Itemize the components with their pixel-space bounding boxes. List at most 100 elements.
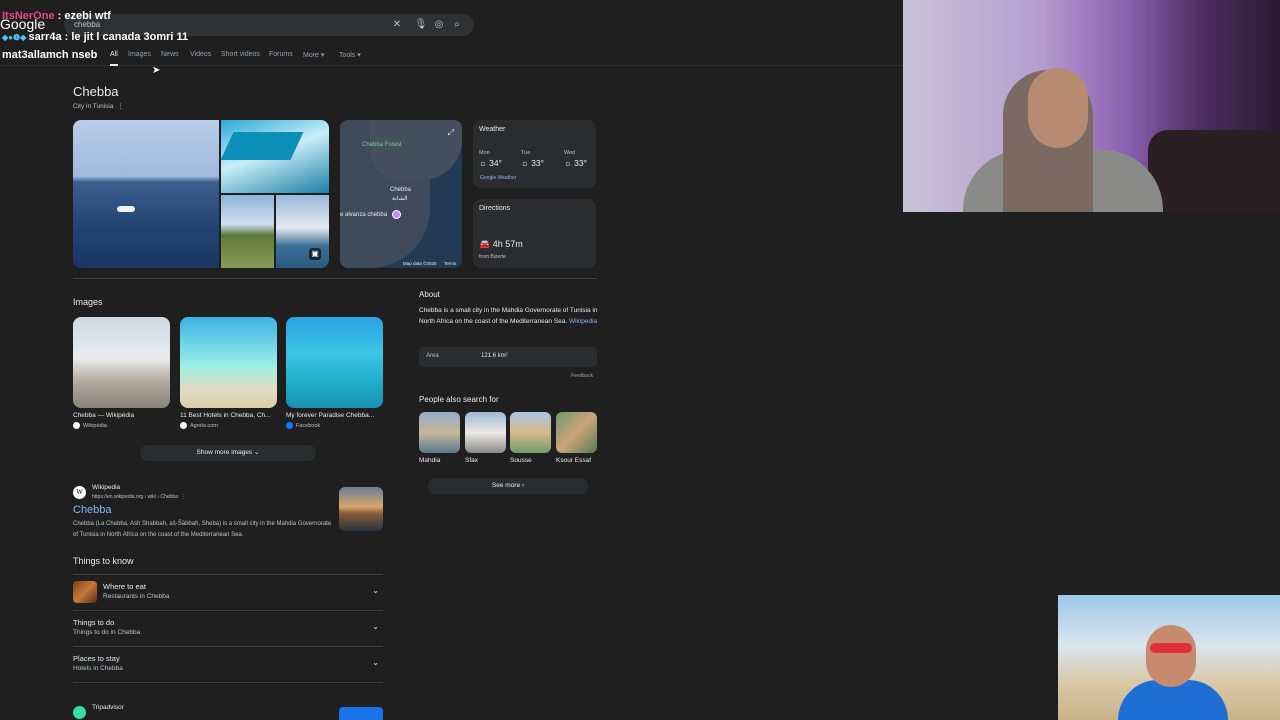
- area-value: 121.6 km²: [481, 353, 508, 359]
- image-thumbnail[interactable]: [286, 317, 383, 408]
- photo-beach-umbrellas[interactable]: [221, 120, 329, 193]
- result-title-link[interactable]: Chebba: [73, 504, 112, 516]
- location-pin-icon[interactable]: [392, 210, 401, 219]
- result-url[interactable]: https://en.wikipedia.org › wiki › Chebba…: [92, 494, 186, 500]
- weather-source[interactable]: Google Weather: [480, 175, 516, 181]
- related-thumbnail[interactable]: [419, 412, 460, 453]
- image-thumbnail[interactable]: [73, 317, 170, 408]
- tab-short-videos[interactable]: Short videos: [221, 51, 260, 58]
- car-icon: 🚘: [479, 239, 491, 249]
- image-caption[interactable]: 11 Best Hotels in Chebba, Ch...: [180, 412, 277, 419]
- search-icon[interactable]: ⌕: [450, 18, 464, 32]
- image-result[interactable]: My forever Paradise Chebba... Facebook: [286, 317, 383, 429]
- map-attribution: Map data ©2025: [403, 261, 437, 266]
- tab-forums[interactable]: Forums: [269, 51, 293, 58]
- feedback-link[interactable]: Feedback: [571, 373, 593, 379]
- result-site-name[interactable]: Tripadvisor: [92, 704, 124, 711]
- wikipedia-link[interactable]: Wikipedia: [569, 318, 597, 325]
- result-thumbnail[interactable]: [339, 707, 383, 720]
- image-thumbnail[interactable]: [180, 317, 277, 408]
- chat-message: ◆●❶◆ sarr4a : le jit l canada 3omri 11: [2, 31, 188, 43]
- photo-waves[interactable]: ▣: [276, 195, 329, 268]
- chevron-down-icon[interactable]: ⌄: [372, 658, 379, 667]
- accordion-title: Places to stay: [73, 654, 120, 663]
- about-description: Chebba is a small city in the Mahdia Gov…: [419, 307, 598, 325]
- result-thumbnail[interactable]: [339, 487, 383, 531]
- weather-card[interactable]: Weather Mon ☼ 34° Tue ☼ 33° Wed ☼ 33° Go…: [473, 120, 596, 188]
- chevron-down-icon[interactable]: ⌄: [372, 622, 379, 631]
- related-label[interactable]: Sousse: [510, 457, 551, 464]
- map-terms[interactable]: Terms: [444, 261, 456, 266]
- related-place[interactable]: Ksour Essaf: [556, 412, 597, 464]
- tab-news[interactable]: News: [161, 51, 179, 58]
- tab-videos[interactable]: Videos: [190, 51, 211, 58]
- accordion-subtitle: Hotels in Chebba: [73, 665, 123, 672]
- expand-icon[interactable]: ⤢: [448, 128, 454, 138]
- head-shape: [1028, 68, 1088, 148]
- related-label[interactable]: Mahdia: [419, 457, 460, 464]
- directions-card[interactable]: Directions 🚘 4h 57m from Bizerte: [473, 199, 596, 268]
- map-label: Chebba: [390, 187, 412, 193]
- sun-icon: ☼: [479, 158, 487, 168]
- food-icon: [73, 581, 97, 603]
- chat-message: mat3allamch nseb: [2, 49, 97, 61]
- accordion-item[interactable]: Things to do Things to do in Chebba ⌄: [73, 610, 383, 644]
- tab-all[interactable]: All: [110, 51, 118, 66]
- accordion-item[interactable]: Where to eat Restaurants in Chebba ⌄: [73, 574, 383, 608]
- related-label[interactable]: Ksour Essaf: [556, 457, 597, 464]
- gallery-icon[interactable]: ▣: [309, 248, 321, 260]
- wikipedia-icon: [73, 422, 80, 429]
- people-also-search-title: People also search for: [419, 395, 499, 404]
- wikipedia-icon: W: [73, 486, 86, 499]
- photo-field[interactable]: [221, 195, 274, 268]
- tab-images[interactable]: Images: [128, 51, 151, 58]
- divider: [73, 278, 597, 279]
- related-label[interactable]: Sfax: [465, 457, 506, 464]
- result-snippet: Chebba (La Chebba, Ash Shabbah, aš-Šābba…: [73, 521, 332, 538]
- images-section-title: Images: [73, 297, 103, 307]
- image-source: Facebook: [286, 422, 383, 429]
- sofa-shape: [1148, 130, 1280, 212]
- accordion-title: Where to eat: [103, 582, 146, 591]
- show-more-images-button[interactable]: Show more images ⌄: [140, 445, 316, 461]
- image-caption[interactable]: My forever Paradise Chebba...: [286, 412, 383, 419]
- related-place[interactable]: Sousse: [510, 412, 551, 464]
- accordion-subtitle: Things to do in Chebba: [73, 629, 141, 636]
- related-thumbnail[interactable]: [465, 412, 506, 453]
- image-result[interactable]: Chebba — Wikipédia Wikipédia: [73, 317, 170, 429]
- chat-message: ItsNerOne : ezebi wtf: [2, 10, 111, 22]
- things-to-know-title: Things to know: [73, 556, 134, 566]
- related-place[interactable]: Mahdia: [419, 412, 460, 464]
- microphone-icon[interactable]: 🎙: [414, 18, 428, 32]
- related-place[interactable]: Sfax: [465, 412, 506, 464]
- related-thumbnail[interactable]: [510, 412, 551, 453]
- facebook-icon: [286, 422, 293, 429]
- chevron-down-icon[interactable]: ⌄: [372, 586, 379, 595]
- image-caption[interactable]: Chebba — Wikipédia: [73, 412, 170, 419]
- map-label: Chebba Forest: [362, 142, 402, 148]
- area-label: Area: [426, 353, 439, 359]
- sun-icon: ☼: [521, 158, 529, 168]
- sunglasses-shape: [1150, 643, 1192, 653]
- entity-subtitle: City in Tunisia ⋮: [73, 103, 124, 110]
- lens-icon[interactable]: ◎: [432, 18, 446, 32]
- weather-title: Weather: [479, 126, 506, 133]
- result-site-name[interactable]: Wikipedia: [92, 484, 120, 491]
- tab-more[interactable]: More ▾: [303, 51, 324, 59]
- mouse-cursor-icon: ➤: [152, 65, 161, 76]
- about-title: About: [419, 290, 440, 299]
- related-thumbnail[interactable]: [556, 412, 597, 453]
- page-title: Chebba: [73, 84, 119, 99]
- divider: [73, 682, 383, 683]
- clear-icon[interactable]: ✕: [390, 18, 404, 32]
- see-more-button[interactable]: See more ›: [428, 478, 588, 494]
- tab-tools[interactable]: Tools ▾: [339, 51, 361, 59]
- image-result[interactable]: 11 Best Hotels in Chebba, Ch... Agoda.co…: [180, 317, 277, 429]
- map-card[interactable]: Chebba Forest Chebba الشابة e alvanza ch…: [340, 120, 462, 268]
- accordion-item[interactable]: Places to stay Hotels in Chebba ⌄: [73, 646, 383, 680]
- travel-time: 🚘 4h 57m: [479, 239, 523, 249]
- photo-sea[interactable]: [73, 120, 219, 268]
- area-fact: Area 121.6 km²: [419, 347, 597, 367]
- weather-day: Tue ☼ 33°: [521, 150, 545, 168]
- chat-text: : le jit l canada 3omri 11: [61, 31, 189, 43]
